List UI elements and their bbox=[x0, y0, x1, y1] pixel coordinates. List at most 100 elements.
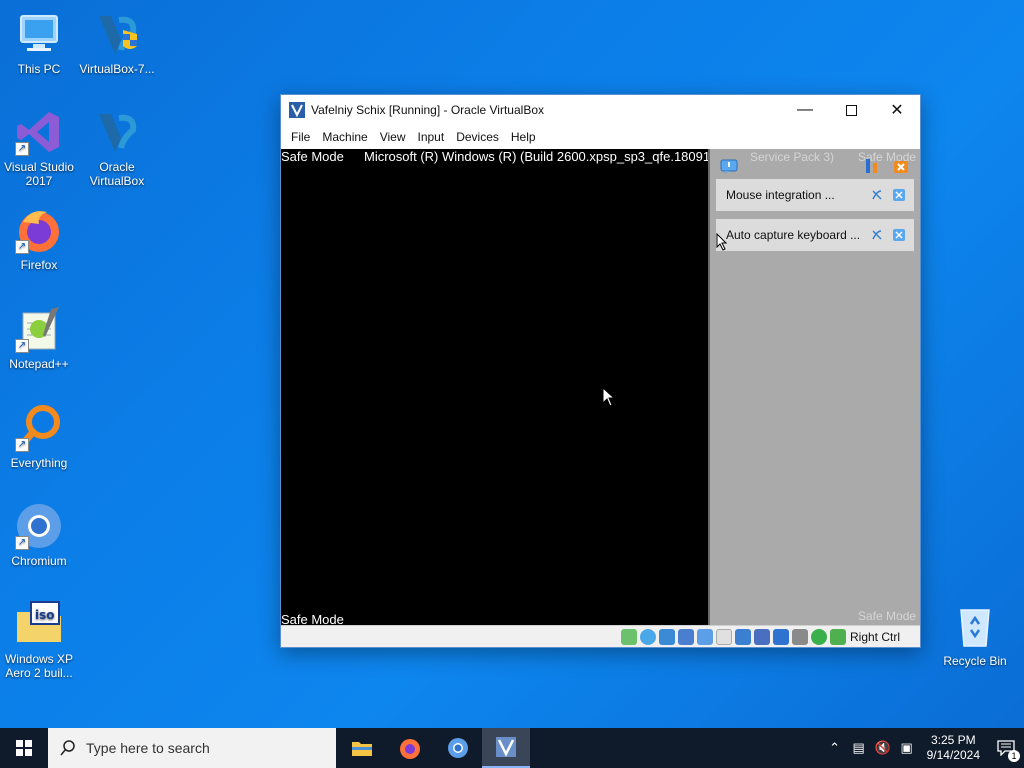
dismiss-icon[interactable] bbox=[892, 228, 906, 242]
desktop-icon-label: Notepad++ bbox=[9, 357, 69, 371]
desktop-icon-recycle-bin[interactable]: Recycle Bin bbox=[936, 602, 1014, 668]
vm-text-behind-panel: Service Pack 3) bbox=[750, 150, 835, 164]
taskbar: Type here to search ⌃ ▤ 🔇 ▣ 3:25 PM 9/14… bbox=[0, 728, 1024, 768]
desktop-icon-label: Chromium bbox=[11, 554, 67, 568]
notification-text: Auto capture keyboard ... bbox=[726, 228, 861, 242]
desktop-icon-windows-xp-iso[interactable]: iso Windows XP Aero 2 buil... bbox=[0, 600, 78, 680]
visual-studio-icon: ↗ bbox=[15, 108, 63, 156]
menu-view[interactable]: View bbox=[374, 130, 412, 144]
security-icon[interactable]: ▣ bbox=[895, 740, 919, 756]
action-center-button[interactable]: 1 bbox=[988, 740, 1024, 762]
usb-icon[interactable] bbox=[697, 629, 713, 645]
network-icon[interactable]: ▤ bbox=[847, 740, 871, 756]
shared-folders-icon[interactable] bbox=[716, 629, 732, 645]
desktop-icon-visual-studio[interactable]: ↗ Visual Studio 2017 bbox=[0, 108, 78, 188]
chromium-icon bbox=[448, 738, 468, 758]
notification-center-icon[interactable] bbox=[720, 159, 738, 175]
desktop-icon-label: Firefox bbox=[20, 258, 58, 272]
recording-icon[interactable] bbox=[773, 629, 789, 645]
notification-text: Mouse integration ... bbox=[726, 188, 835, 202]
taskbar-file-explorer[interactable] bbox=[338, 728, 386, 768]
virtualbox-window[interactable]: Vafelniy Schix [Running] - Oracle Virtua… bbox=[280, 94, 921, 648]
virtualbox-vm-icon bbox=[496, 737, 516, 757]
taskbar-chromium[interactable] bbox=[434, 728, 482, 768]
desktop-icon-label: VirtualBox-7... bbox=[79, 62, 155, 76]
maximize-icon bbox=[845, 104, 857, 116]
notification-count-badge: 1 bbox=[1008, 750, 1020, 762]
firefox-icon bbox=[400, 739, 420, 759]
menu-input[interactable]: Input bbox=[412, 130, 451, 144]
desktop-icon-everything[interactable]: ↗ Everything bbox=[0, 404, 78, 470]
minimize-button[interactable]: — bbox=[782, 95, 828, 125]
desktop-icon-label: Windows XP Aero 2 buil... bbox=[4, 652, 74, 680]
dismiss-icon[interactable] bbox=[892, 188, 906, 202]
audio-icon[interactable] bbox=[659, 629, 675, 645]
minimize-icon: — bbox=[797, 101, 813, 118]
shortcut-arrow-icon: ↗ bbox=[15, 142, 29, 156]
desktop-icon-chromium[interactable]: ↗ Chromium bbox=[0, 502, 78, 568]
hard-disk-icon[interactable] bbox=[621, 629, 637, 645]
desktop-icon-this-pc[interactable]: This PC bbox=[0, 10, 78, 76]
clear-notifications-icon[interactable] bbox=[892, 157, 910, 175]
shortcut-arrow-icon: ↗ bbox=[15, 438, 29, 452]
desktop-icon-oracle-virtualbox[interactable]: Oracle VirtualBox bbox=[78, 108, 156, 188]
host-key-label[interactable]: Right Ctrl bbox=[850, 630, 900, 644]
clock[interactable]: 3:25 PM 9/14/2024 bbox=[927, 733, 980, 763]
search-icon bbox=[60, 740, 75, 756]
chevron-up-icon[interactable]: ⌃ bbox=[823, 740, 847, 756]
network-icon[interactable] bbox=[678, 629, 694, 645]
guest-additions-icon[interactable] bbox=[811, 629, 827, 645]
desktop-icon-label: Visual Studio 2017 bbox=[4, 160, 74, 188]
maximize-button[interactable] bbox=[828, 95, 874, 125]
mute-notification-icon[interactable] bbox=[870, 228, 884, 242]
video-capture-icon[interactable] bbox=[754, 629, 770, 645]
close-button[interactable]: ✕ bbox=[874, 95, 920, 125]
window-titlebar[interactable]: Vafelniy Schix [Running] - Oracle Virtua… bbox=[281, 95, 920, 125]
magnifier-icon: ↗ bbox=[15, 404, 63, 452]
folder-iso-icon: iso bbox=[15, 600, 63, 648]
safe-mode-label-top-left: Safe Mode bbox=[281, 149, 344, 164]
desktop-icon-notepadpp[interactable]: ↗ Notepad++ bbox=[0, 305, 78, 371]
clock-date: 9/14/2024 bbox=[926, 748, 980, 762]
notification-center-panel: Service Pack 3) Safe Mode Safe Mode Mous… bbox=[708, 149, 920, 627]
computer-icon bbox=[15, 10, 63, 58]
sort-icon[interactable] bbox=[864, 157, 880, 175]
windows-build-string: Microsoft (R) Windows (R) (Build 2600.xp… bbox=[364, 149, 718, 164]
desktop-icon-firefox[interactable]: ↗ Firefox bbox=[0, 206, 78, 272]
mouse-integration-icon[interactable] bbox=[830, 629, 846, 645]
virtualbox-app-icon bbox=[289, 102, 305, 118]
menu-file[interactable]: File bbox=[285, 130, 316, 144]
cpu-icon[interactable] bbox=[792, 629, 808, 645]
search-placeholder: Type here to search bbox=[86, 740, 210, 756]
window-title: Vafelniy Schix [Running] - Oracle Virtua… bbox=[311, 103, 544, 117]
mouse-cursor-icon bbox=[602, 387, 616, 407]
recycle-bin-icon bbox=[951, 602, 999, 650]
menu-help[interactable]: Help bbox=[505, 130, 542, 144]
notification-auto-capture-keyboard[interactable]: Auto capture keyboard ... bbox=[716, 219, 914, 251]
volume-muted-icon[interactable]: 🔇 bbox=[871, 740, 895, 756]
taskbar-firefox[interactable] bbox=[386, 728, 434, 768]
desktop-icon-label: Everything bbox=[10, 456, 68, 470]
menu-machine[interactable]: Machine bbox=[316, 130, 373, 144]
notification-mouse-integration[interactable]: Mouse integration ... bbox=[716, 179, 914, 211]
taskbar-search[interactable]: Type here to search bbox=[48, 728, 336, 768]
desktop-icon-label: This PC bbox=[17, 62, 61, 76]
close-icon: ✕ bbox=[890, 102, 904, 119]
display-icon[interactable] bbox=[735, 629, 751, 645]
optical-drive-icon[interactable] bbox=[640, 629, 656, 645]
taskbar-virtualbox-vm[interactable] bbox=[482, 728, 530, 768]
shortcut-arrow-icon: ↗ bbox=[15, 339, 29, 353]
mute-notification-icon[interactable] bbox=[870, 188, 884, 202]
menu-devices[interactable]: Devices bbox=[450, 130, 505, 144]
desktop-icon-label: Oracle VirtualBox bbox=[89, 160, 145, 188]
clock-time: 3:25 PM bbox=[930, 733, 976, 747]
notepadpp-icon: ↗ bbox=[15, 305, 63, 353]
chromium-icon: ↗ bbox=[15, 502, 63, 550]
system-tray: ⌃ ▤ 🔇 ▣ 3:25 PM 9/14/2024 1 bbox=[823, 728, 1024, 768]
desktop-icon-virtualbox-installer[interactable]: VirtualBox-7... bbox=[78, 10, 156, 76]
mouse-cursor-icon bbox=[716, 233, 728, 251]
vm-display[interactable]: Safe Mode Microsoft (R) Windows (R) (Bui… bbox=[281, 149, 717, 627]
start-button[interactable] bbox=[0, 728, 48, 768]
status-indicators bbox=[621, 629, 846, 645]
shortcut-arrow-icon: ↗ bbox=[15, 240, 29, 254]
